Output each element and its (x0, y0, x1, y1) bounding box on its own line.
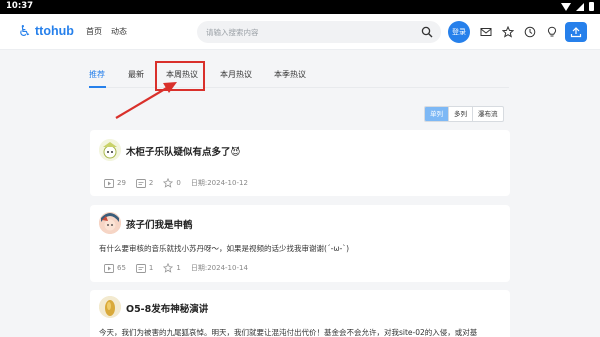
login-button[interactable]: 登录 (448, 21, 470, 43)
view-waterfall[interactable]: 瀑布流 (472, 107, 503, 121)
signal-icon (576, 2, 584, 11)
main-nav: 首页 动态 (86, 26, 127, 37)
view-mode-toggle: 单列 多列 瀑布流 (424, 106, 504, 122)
status-bar: 10:37 (0, 0, 600, 14)
status-time: 10:37 (6, 1, 34, 11)
star-icon[interactable] (502, 26, 514, 38)
upload-icon (570, 27, 582, 38)
comment-count: 1 (148, 264, 154, 272)
star-icon (163, 178, 174, 188)
view-multi-column[interactable]: 多列 (448, 107, 472, 121)
mail-icon[interactable] (480, 26, 492, 38)
post-stats: 65 1 1 日期:2024-10-14 (104, 263, 248, 273)
top-header: ♿ ttohub 首页 动态 请输入搜索内容 登录 (0, 14, 600, 50)
annotation-arrow (115, 82, 177, 119)
post-excerpt: 有什么要审核的音乐就找小苏丹呀～，如果是视频的话少找我审谢谢(´-ω-`) (99, 244, 350, 253)
post-title[interactable]: O5-8发布神秘演讲 (126, 301, 208, 315)
view-count: 65 (117, 264, 126, 272)
post-stats: 29 2 0 日期:2024-10-12 (104, 178, 248, 188)
post-excerpt: 今天，我们为被害的九尾狐哀悼。明天，我们就要让混沌付出代价！基金会不会允许，对我… (99, 328, 478, 337)
search-icon[interactable] (421, 26, 433, 38)
nav-home[interactable]: 首页 (86, 26, 102, 37)
tab-monthly-hot[interactable]: 本月热议 (220, 69, 252, 80)
bulb-icon[interactable] (546, 26, 558, 38)
comment-icon (135, 178, 146, 188)
play-icon (104, 263, 114, 273)
avatar[interactable] (99, 139, 121, 161)
search-input[interactable]: 请输入搜索内容 (206, 27, 259, 38)
comment-icon (135, 263, 146, 273)
comment-count: 2 (148, 179, 154, 187)
post-card[interactable]: 孩子们我是申鹤 有什么要审核的音乐就找小苏丹呀～，如果是视频的话少找我审谢谢(´… (90, 205, 510, 282)
play-icon (104, 178, 114, 188)
star-icon (163, 263, 174, 273)
site-logo[interactable]: ♿ ttohub (18, 22, 74, 40)
post-date: 日期:2024-10-12 (190, 179, 248, 187)
history-icon[interactable] (524, 26, 536, 38)
post-title[interactable]: 孩子们我是申鹤 (126, 217, 193, 231)
logo-text: ttohub (35, 24, 74, 38)
search-bar[interactable]: 请输入搜索内容 (197, 21, 441, 43)
nav-feed[interactable]: 动态 (111, 26, 127, 37)
post-card[interactable]: 木柜子乐队疑似有点多了😈 29 2 0 日期:2024-10-12 (90, 130, 510, 196)
wheelchair-logo-icon: ♿ (18, 22, 32, 40)
post-title[interactable]: 木柜子乐队疑似有点多了😈 (126, 144, 240, 158)
battery-icon (589, 2, 594, 11)
view-count: 29 (117, 179, 126, 187)
post-card[interactable]: O5-8发布神秘演讲 今天，我们为被害的九尾狐哀悼。明天，我们就要让混沌付出代价… (90, 290, 510, 337)
avatar[interactable] (99, 296, 121, 318)
tab-quarterly-hot[interactable]: 本季热议 (274, 69, 306, 80)
like-count: 1 (176, 264, 181, 272)
like-count: 0 (176, 179, 181, 187)
view-single-column[interactable]: 单列 (425, 107, 448, 121)
post-date: 日期:2024-10-14 (190, 264, 248, 272)
avatar[interactable] (99, 212, 121, 234)
tab-recommended[interactable]: 推荐 (89, 69, 105, 80)
wifi-icon (561, 2, 571, 11)
upload-button[interactable] (565, 22, 587, 42)
active-tab-indicator (89, 86, 106, 88)
